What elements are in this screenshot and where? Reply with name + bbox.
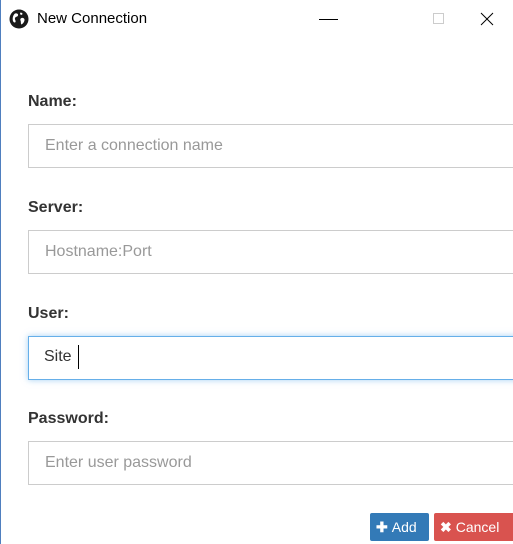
add-button-label: Add <box>391 519 417 535</box>
window-title: New Connection <box>37 10 148 27</box>
maximize-button[interactable] <box>414 0 460 38</box>
text-caret <box>78 345 79 369</box>
x-icon: ✖ <box>440 519 452 535</box>
name-input[interactable] <box>28 124 513 168</box>
user-input[interactable] <box>28 336 513 380</box>
title-bar[interactable]: New Connection <box>1 0 513 38</box>
plus-icon: ✚ <box>376 519 388 535</box>
user-input-value: Site <box>44 348 72 365</box>
globe-icon <box>9 9 29 29</box>
minimize-icon <box>319 19 338 20</box>
new-connection-window: New Connection Name: Server: User: Site … <box>0 0 513 544</box>
server-label: Server: <box>28 199 84 216</box>
password-label: Password: <box>28 410 109 427</box>
server-input[interactable] <box>28 230 513 274</box>
maximize-icon <box>433 13 444 24</box>
close-icon <box>480 12 494 26</box>
name-label: Name: <box>28 93 77 110</box>
close-button[interactable] <box>469 0 513 38</box>
add-button[interactable]: ✚ Add <box>370 513 429 541</box>
minimize-button[interactable] <box>306 0 352 38</box>
cancel-button-label: Cancel <box>455 519 500 535</box>
user-label: User: <box>28 305 69 322</box>
password-input[interactable] <box>28 441 513 485</box>
cancel-button[interactable]: ✖ Cancel <box>434 513 513 541</box>
